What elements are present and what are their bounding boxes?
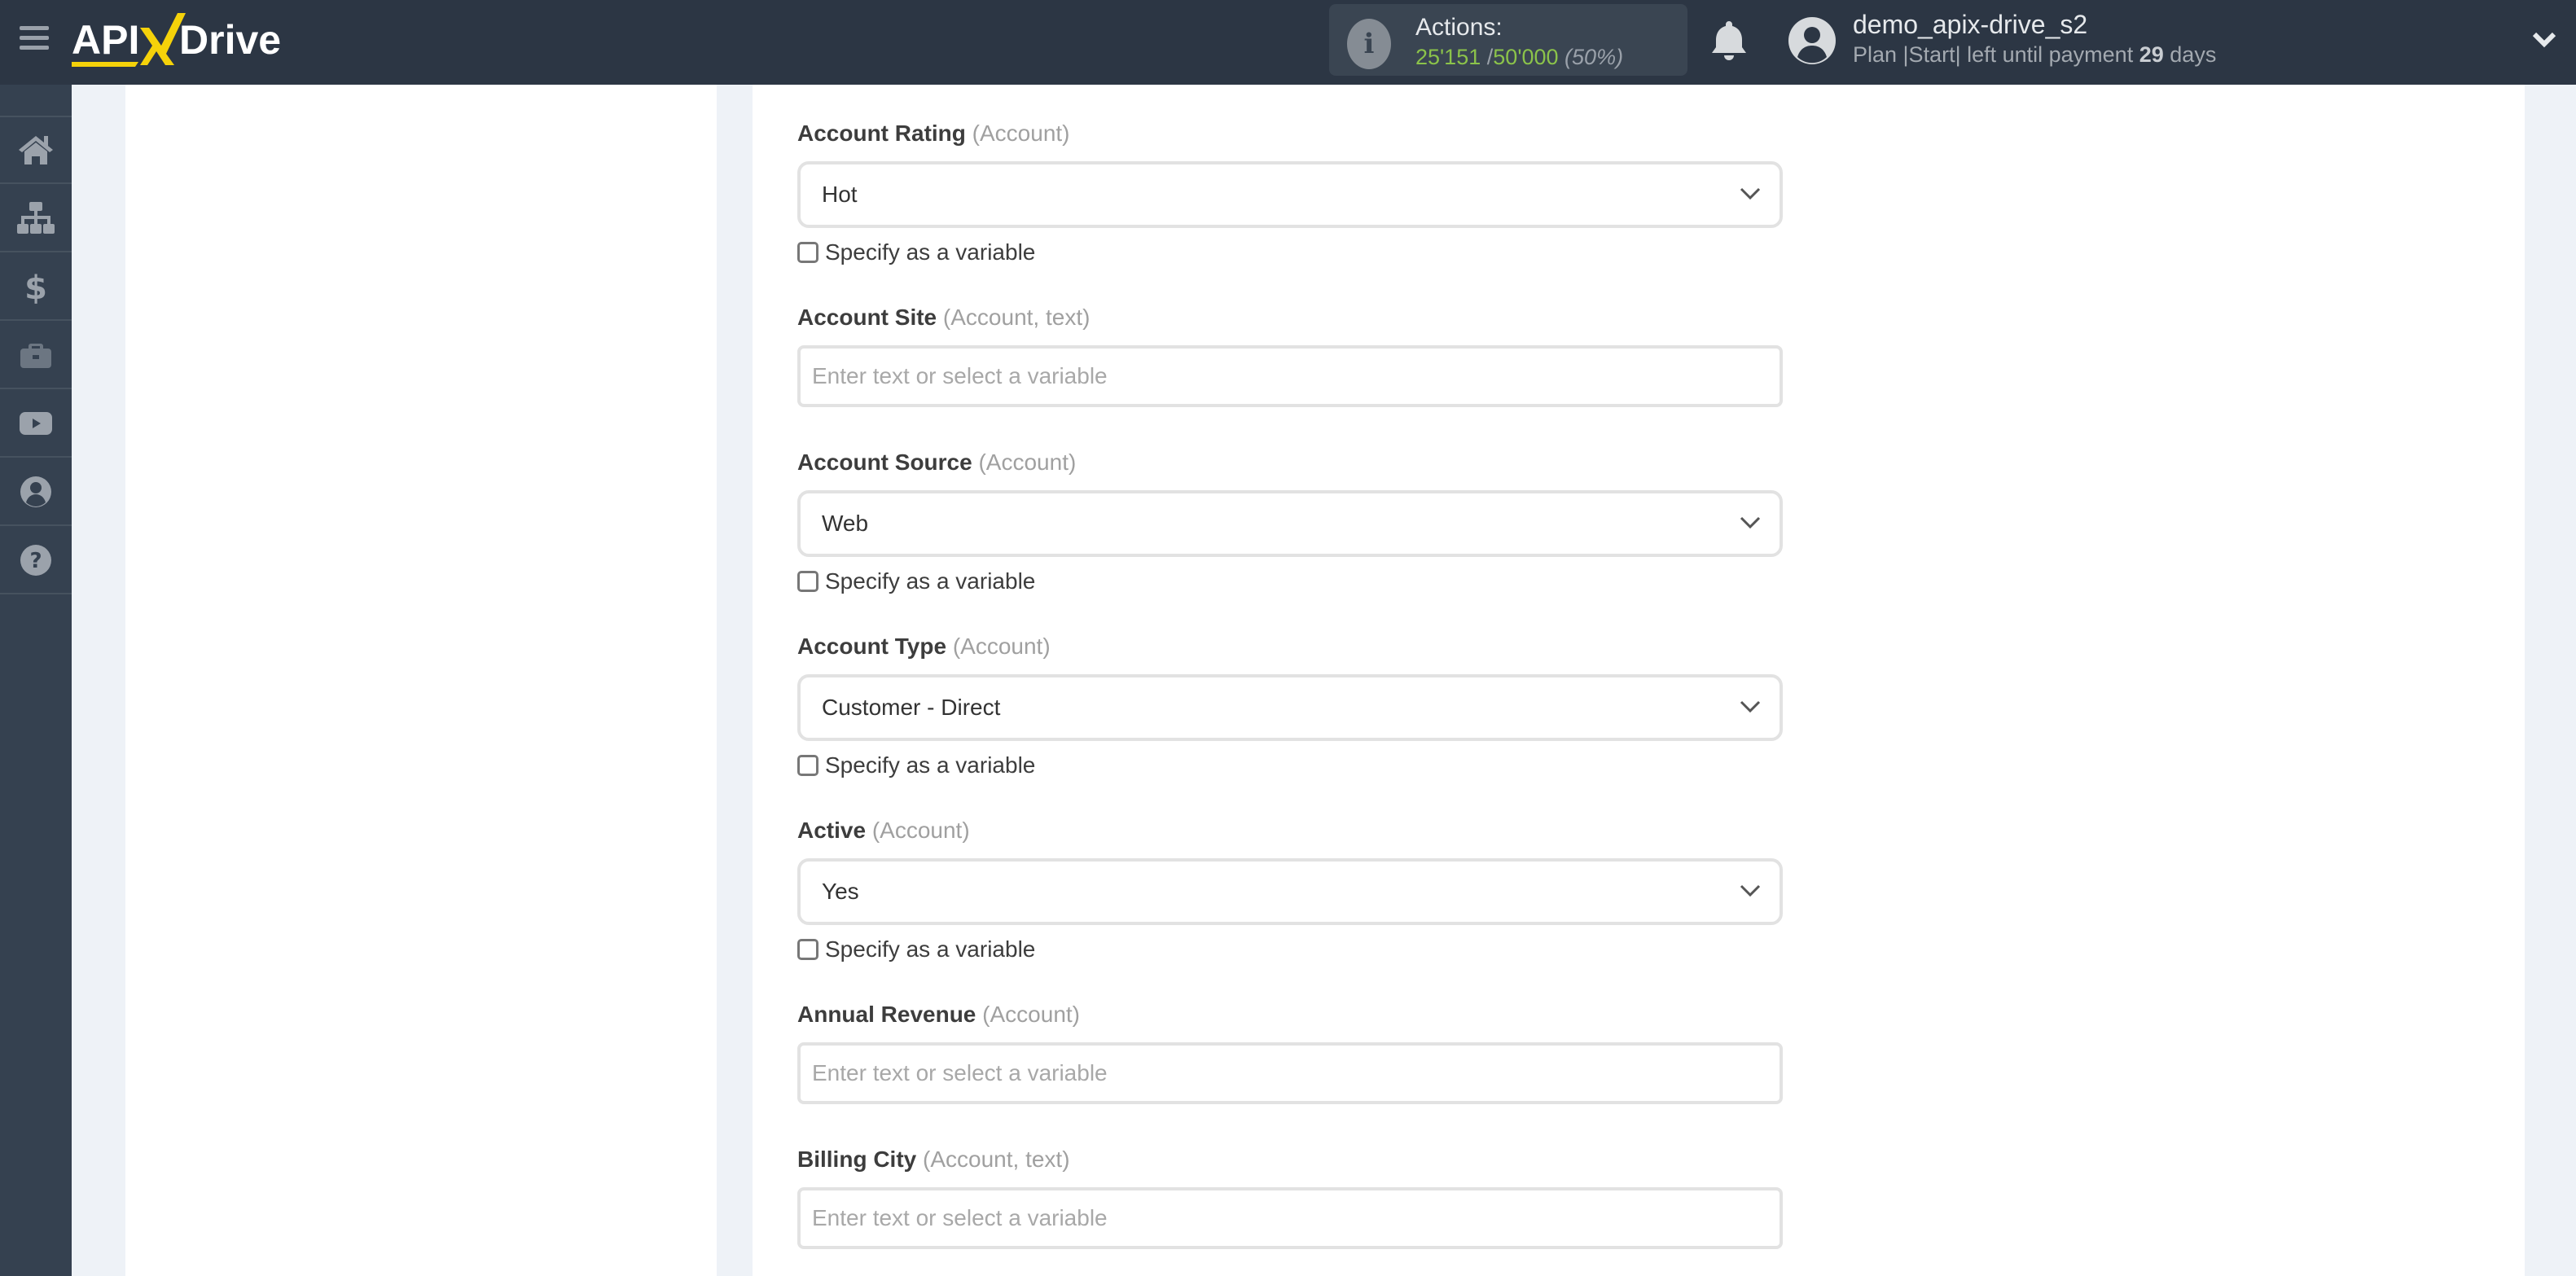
plan-days: 29 (2139, 42, 2164, 67)
actions-percent: (50%) (1564, 45, 1624, 69)
checkbox[interactable] (797, 571, 818, 592)
field-label-hint: (Account) (972, 121, 1070, 146)
user-avatar-icon[interactable] (1788, 16, 1837, 65)
account-source-select[interactable]: Web (797, 490, 1783, 557)
sidebar-item-billing[interactable]: $ (0, 254, 72, 321)
svg-text:$: $ (24, 270, 47, 305)
sidebar-item-home[interactable] (0, 117, 72, 184)
home-icon (19, 136, 53, 164)
chevron-down-icon (1740, 700, 1761, 713)
field-account-source: Account Source (Account) Web Specify as … (797, 446, 1783, 594)
select-value: Yes (822, 879, 859, 904)
bell-icon[interactable] (1710, 20, 1748, 60)
checkbox-label: Specify as a variable (825, 239, 1036, 265)
specify-variable-checkbox[interactable]: Specify as a variable (797, 567, 1035, 596)
account-type-select[interactable]: Customer - Direct (797, 674, 1783, 741)
field-label-text: Billing City (797, 1147, 917, 1172)
field-label: Account Source (Account) (797, 446, 1783, 479)
field-label: Billing City (Account, text) (797, 1143, 1783, 1176)
chevron-down-icon (1740, 187, 1761, 200)
plan-prefix: Plan |Start| left until payment (1853, 42, 2134, 67)
actions-usage-panel[interactable]: i Actions: 25'151 /50'000 (50%) (1329, 4, 1687, 76)
specify-variable-checkbox[interactable]: Specify as a variable (797, 935, 1035, 964)
field-account-type: Account Type (Account) Customer - Direct… (797, 630, 1783, 778)
field-label: Account Type (Account) (797, 630, 1783, 663)
select-value: Customer - Direct (822, 695, 1001, 720)
menu-toggle-icon[interactable] (20, 26, 49, 52)
sidebar: $ ? (0, 85, 72, 1276)
svg-text:Drive: Drive (179, 17, 281, 63)
dollar-icon: $ (24, 270, 47, 305)
svg-text:?: ? (29, 549, 42, 573)
actions-value: 25'151 /50'000 (50%) (1415, 45, 1623, 70)
active-select[interactable]: Yes (797, 858, 1783, 925)
checkbox-label: Specify as a variable (825, 752, 1036, 778)
field-label-hint: (Account, text) (942, 305, 1091, 330)
field-label-text: Account Rating (797, 121, 966, 146)
plan-info: Plan |Start| left until payment 29 days (1853, 42, 2216, 68)
field-label-text: Account Type (797, 634, 947, 659)
sidebar-divider (0, 116, 72, 117)
field-label-text: Active (797, 818, 867, 843)
field-billing-city: Billing City (Account, text) Enter text … (797, 1143, 1783, 1249)
apixdrive-logo[interactable]: API Drive (72, 11, 292, 68)
account-site-input[interactable]: Enter text or select a variable (797, 345, 1783, 407)
field-label-hint: (Account) (952, 634, 1051, 659)
help-icon: ? (20, 545, 51, 576)
input-placeholder: Enter text or select a variable (812, 1205, 1108, 1230)
field-label-text: Annual Revenue (797, 1002, 976, 1027)
field-account-site: Account Site (Account, text) Enter text … (797, 301, 1783, 407)
top-header: API Drive i Actions: 25'151 /50'000 (50%… (0, 0, 2576, 85)
field-label-hint: (Account) (871, 818, 970, 843)
specify-variable-checkbox[interactable]: Specify as a variable (797, 238, 1035, 267)
annual-revenue-input[interactable]: Enter text or select a variable (797, 1042, 1783, 1104)
chevron-down-icon (1740, 516, 1761, 529)
checkbox[interactable] (797, 755, 818, 776)
chevron-down-icon (1740, 884, 1761, 897)
field-label: Active (Account) (797, 814, 1783, 847)
sidebar-item-connections[interactable] (0, 186, 72, 252)
main-panel: Account Rating (Account) Hot Specify as … (753, 85, 2525, 1276)
field-label: Annual Revenue (Account) (797, 998, 1783, 1031)
field-label: Account Rating (Account) (797, 117, 1783, 150)
checkbox-label: Specify as a variable (825, 936, 1036, 962)
sidebar-item-services[interactable] (0, 322, 72, 389)
checkbox-label: Specify as a variable (825, 568, 1036, 594)
checkbox[interactable] (797, 939, 818, 960)
info-icon: i (1347, 19, 1391, 69)
actions-label: Actions: (1415, 14, 1503, 41)
left-panel (125, 85, 717, 1276)
plan-suffix: days (2170, 42, 2217, 67)
briefcase-icon (20, 344, 51, 368)
field-label: Account Site (Account, text) (797, 301, 1783, 334)
youtube-icon (20, 412, 52, 435)
field-active: Active (Account) Yes Specify as a variab… (797, 814, 1783, 962)
select-value: Web (822, 511, 869, 536)
field-label-text: Account Source (797, 449, 972, 475)
field-label-hint: (Account) (978, 449, 1077, 475)
username[interactable]: demo_apix-drive_s2 (1853, 10, 2087, 40)
account-rating-select[interactable]: Hot (797, 161, 1783, 228)
billing-city-input[interactable]: Enter text or select a variable (797, 1187, 1783, 1249)
actions-total: 50'000 (1493, 45, 1559, 69)
select-value: Hot (822, 182, 858, 207)
user-icon (20, 476, 51, 507)
sitemap-icon (17, 202, 55, 234)
field-account-rating: Account Rating (Account) Hot Specify as … (797, 117, 1783, 265)
sidebar-item-help[interactable]: ? (0, 528, 72, 594)
sidebar-item-video[interactable] (0, 391, 72, 458)
input-placeholder: Enter text or select a variable (812, 1060, 1108, 1085)
actions-used: 25'151 (1415, 45, 1481, 69)
field-label-hint: (Account) (982, 1002, 1080, 1027)
checkbox[interactable] (797, 242, 818, 263)
sidebar-item-account[interactable] (0, 459, 72, 526)
specify-variable-checkbox[interactable]: Specify as a variable (797, 751, 1035, 780)
field-label-text: Account Site (797, 305, 937, 330)
input-placeholder: Enter text or select a variable (812, 363, 1108, 388)
field-annual-revenue: Annual Revenue (Account) Enter text or s… (797, 998, 1783, 1104)
svg-text:API: API (72, 17, 139, 63)
field-label-hint: (Account, text) (923, 1147, 1070, 1172)
chevron-down-icon[interactable] (2531, 28, 2557, 50)
